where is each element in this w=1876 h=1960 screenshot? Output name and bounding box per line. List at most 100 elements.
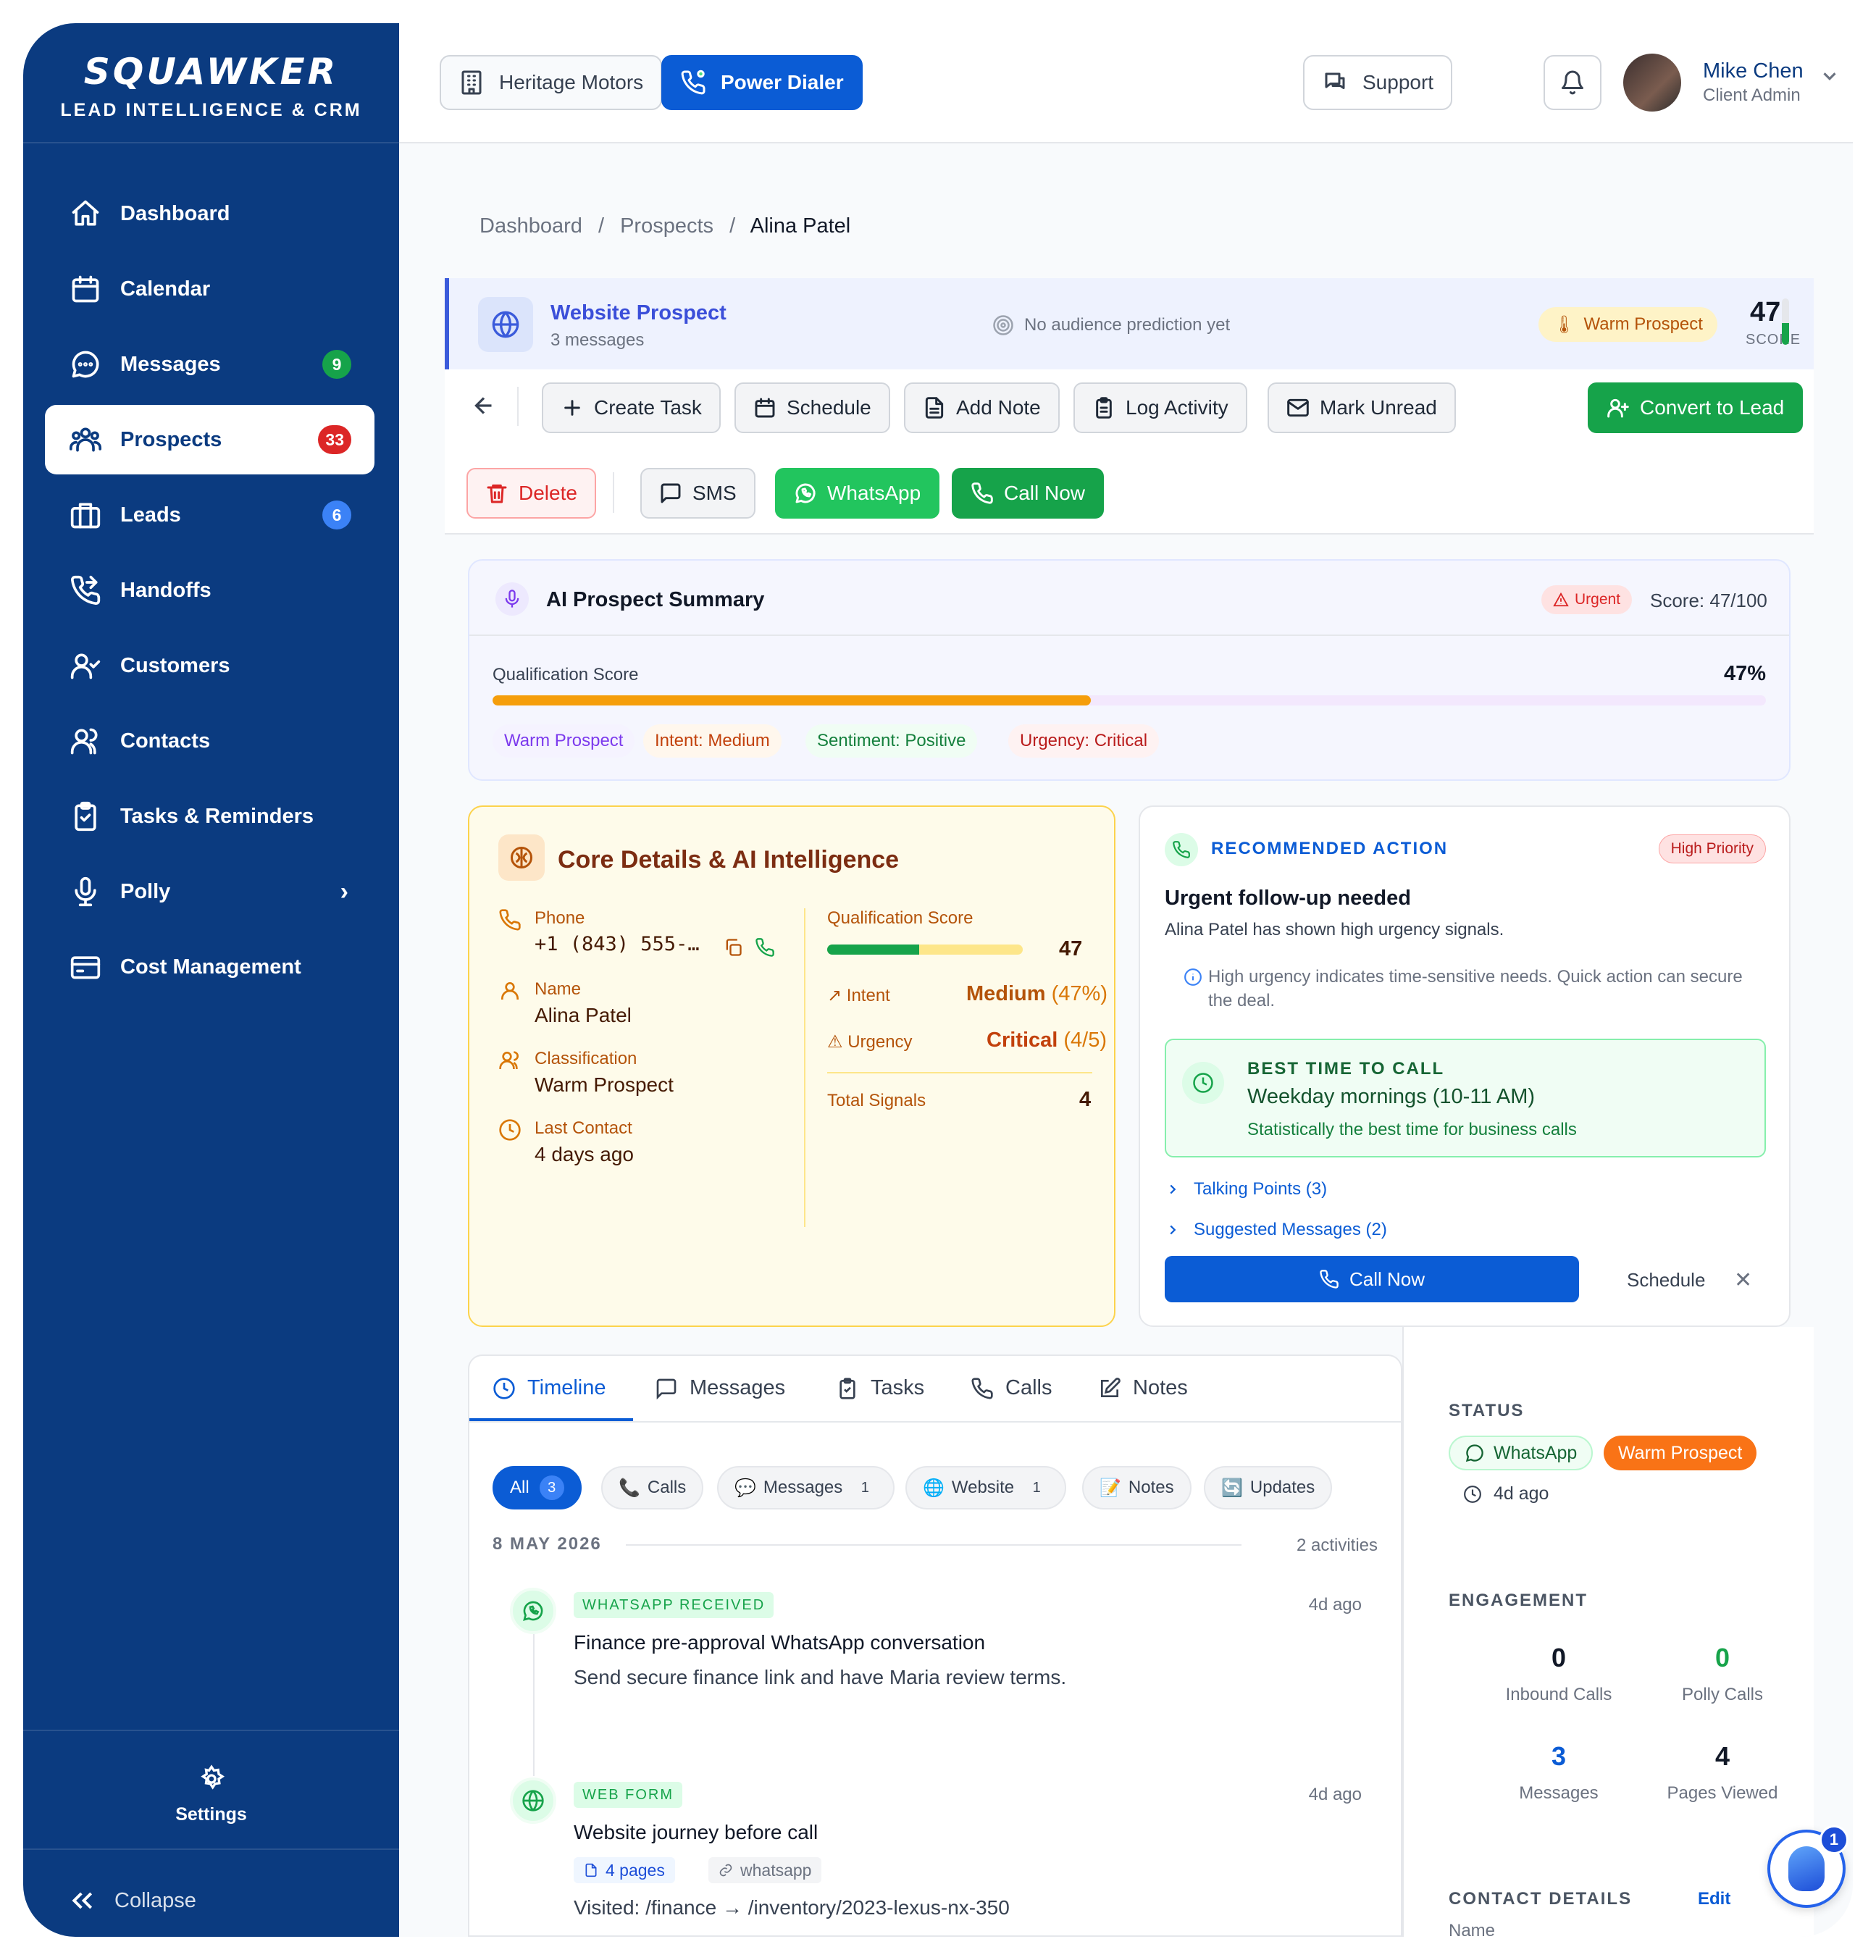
convert-to-lead-button[interactable]: Convert to Lead xyxy=(1588,382,1804,433)
avatar[interactable] xyxy=(1623,54,1681,112)
activity-tabs: Timeline Messages Tasks Calls Notes xyxy=(469,1356,1401,1423)
sidebar-item-contacts[interactable]: Contacts xyxy=(45,706,374,776)
tab-calls[interactable]: Calls xyxy=(971,1376,1052,1400)
urgent-badge: Urgent xyxy=(1541,585,1633,614)
recommended-schedule-button[interactable]: Schedule xyxy=(1627,1269,1705,1291)
recommended-action-title: RECOMMENDED ACTION xyxy=(1211,839,1449,858)
sidebar-item-calendar[interactable]: Calendar xyxy=(45,254,374,324)
whatsapp-button[interactable]: WhatsApp xyxy=(775,468,940,519)
urgency-value: Critical (4/5) xyxy=(987,1029,1107,1052)
tab-timeline[interactable]: Timeline xyxy=(493,1376,606,1400)
call-now-button[interactable]: Call Now xyxy=(952,468,1105,519)
core-details-title: Core Details & AI Intelligence xyxy=(558,846,900,874)
breadcrumb-separator: / xyxy=(598,214,604,238)
phone-value[interactable]: +1 (843) 555-… xyxy=(535,933,700,955)
mark-unread-label: Mark Unread xyxy=(1320,396,1437,419)
suggested-messages-toggle[interactable]: Suggested Messages (2) xyxy=(1165,1220,1387,1240)
sidebar-item-label: Tasks & Reminders xyxy=(120,804,314,828)
urgency-label: ⚠ Urgency xyxy=(827,1032,913,1052)
whatsapp-icon xyxy=(510,1588,556,1634)
sms-button[interactable]: SMS xyxy=(640,468,755,519)
log-activity-button[interactable]: Log Activity xyxy=(1073,382,1247,433)
mark-unread-button[interactable]: Mark Unread xyxy=(1268,382,1456,433)
activity-count: 2 activities xyxy=(1296,1536,1378,1555)
delete-button[interactable]: Delete xyxy=(466,468,596,519)
sidebar-item-label: Messages xyxy=(120,352,221,376)
breadcrumb-dashboard[interactable]: Dashboard xyxy=(480,214,582,238)
clock-icon xyxy=(1182,1062,1224,1104)
globe-icon xyxy=(478,297,533,352)
sidebar-item-handoffs[interactable]: Handoffs xyxy=(45,556,374,625)
prospect-score-label: SCORE xyxy=(1746,332,1801,348)
breadcrumb-prospects[interactable]: Prospects xyxy=(620,214,713,238)
sidebar-item-prospects[interactable]: Prospects 33 xyxy=(45,405,374,474)
polly-calls-label: Polly Calls xyxy=(1681,1685,1764,1704)
chevron-right-icon xyxy=(1170,1225,1176,1235)
intent-label: ↗ Intent xyxy=(827,986,890,1005)
top-header: Heritage Motors Power Dialer Support Mik… xyxy=(399,23,1853,143)
filter-website-label: Website xyxy=(951,1478,1015,1497)
signals-divider xyxy=(827,1072,1092,1073)
brand-logo[interactable]: SQUAWKER xyxy=(23,51,399,93)
filter-website[interactable]: 🌐 Website 1 xyxy=(905,1466,1067,1509)
filter-messages[interactable]: 💬 Messages 1 xyxy=(717,1466,895,1509)
filter-calls[interactable]: 📞 Calls xyxy=(601,1466,704,1509)
sidebar-item-polly[interactable]: Polly › xyxy=(45,857,374,926)
ai-summary-title: AI Prospect Summary xyxy=(546,588,765,611)
recommended-call-now-button[interactable]: Call Now xyxy=(1165,1256,1579,1302)
event-title[interactable]: Website journey before call xyxy=(574,1821,818,1844)
add-note-button[interactable]: Add Note xyxy=(904,382,1060,433)
phone-icon xyxy=(971,1377,993,1399)
tab-messages[interactable]: Messages xyxy=(655,1376,785,1400)
create-task-button[interactable]: Create Task xyxy=(542,382,721,433)
tab-tasks[interactable]: Tasks xyxy=(836,1376,924,1400)
classification-value: Warm Prospect xyxy=(535,1073,674,1096)
sidebar-item-dashboard[interactable]: Dashboard xyxy=(45,179,374,248)
sidebar-item-tasks[interactable]: Tasks & Reminders xyxy=(45,782,374,851)
sidebar-item-cost-management[interactable]: Cost Management xyxy=(45,932,374,1002)
channel-badge-label: WhatsApp xyxy=(1494,1442,1578,1463)
event-title[interactable]: Finance pre-approval WhatsApp conversati… xyxy=(574,1631,985,1654)
power-dialer-button[interactable]: Power Dialer xyxy=(661,55,863,110)
sidebar-item-leads[interactable]: Leads 6 xyxy=(45,480,374,550)
dismiss-icon[interactable]: ✕ xyxy=(1734,1268,1752,1293)
clock-icon xyxy=(493,1377,515,1399)
event-body: Send secure finance link and have Maria … xyxy=(574,1666,1067,1688)
target-icon xyxy=(993,315,1013,335)
messages-count: 3 xyxy=(1551,1741,1567,1771)
trash-icon xyxy=(487,484,507,503)
name-value: Alina Patel xyxy=(535,1004,632,1026)
schedule-button[interactable]: Schedule xyxy=(734,382,890,433)
sidebar-item-messages[interactable]: Messages 9 xyxy=(45,330,374,399)
support-button[interactable]: Support xyxy=(1303,55,1453,110)
filter-updates[interactable]: 🔄 Updates xyxy=(1204,1466,1333,1509)
brand: SQUAWKER LEAD INTELLIGENCE & CRM xyxy=(23,23,399,143)
classification-badge: 🌡 Warm Prospect xyxy=(1538,307,1717,342)
tab-calls-label: Calls xyxy=(1005,1376,1052,1399)
talking-points-toggle[interactable]: Talking Points (3) xyxy=(1165,1179,1327,1199)
notifications-button[interactable] xyxy=(1544,55,1601,110)
users-icon xyxy=(499,1051,519,1069)
copy-icon[interactable] xyxy=(723,937,743,958)
phone-call-icon[interactable] xyxy=(755,937,775,958)
filter-notes[interactable]: 📝 Notes xyxy=(1082,1466,1192,1509)
chevron-down-icon[interactable] xyxy=(1819,65,1841,87)
filter-website-count: 1 xyxy=(1032,1479,1041,1496)
toolbar-divider xyxy=(613,472,614,513)
collapse-label: Collapse xyxy=(114,1888,196,1912)
pages-viewed-label: Pages Viewed xyxy=(1667,1783,1778,1803)
whatsapp-icon xyxy=(795,483,816,503)
messages-count-badge: 9 xyxy=(322,350,351,379)
user-name[interactable]: Mike Chen xyxy=(1703,59,1804,83)
tab-notes[interactable]: Notes xyxy=(1098,1376,1188,1400)
filter-all[interactable]: All 3 xyxy=(493,1466,582,1509)
sidebar-item-label: Customers xyxy=(120,653,230,677)
sidebar-item-customers[interactable]: Customers xyxy=(45,631,374,700)
collapse-button[interactable]: Collapse xyxy=(68,1886,196,1915)
dealer-selector[interactable]: Heritage Motors xyxy=(440,55,663,110)
edit-contact-button[interactable]: Edit xyxy=(1698,1889,1730,1909)
settings-button[interactable]: Settings xyxy=(23,1730,399,1850)
back-arrow-icon[interactable] xyxy=(471,393,497,419)
recommended-call-now-label: Call Now xyxy=(1349,1268,1425,1290)
mic-icon xyxy=(75,876,96,907)
